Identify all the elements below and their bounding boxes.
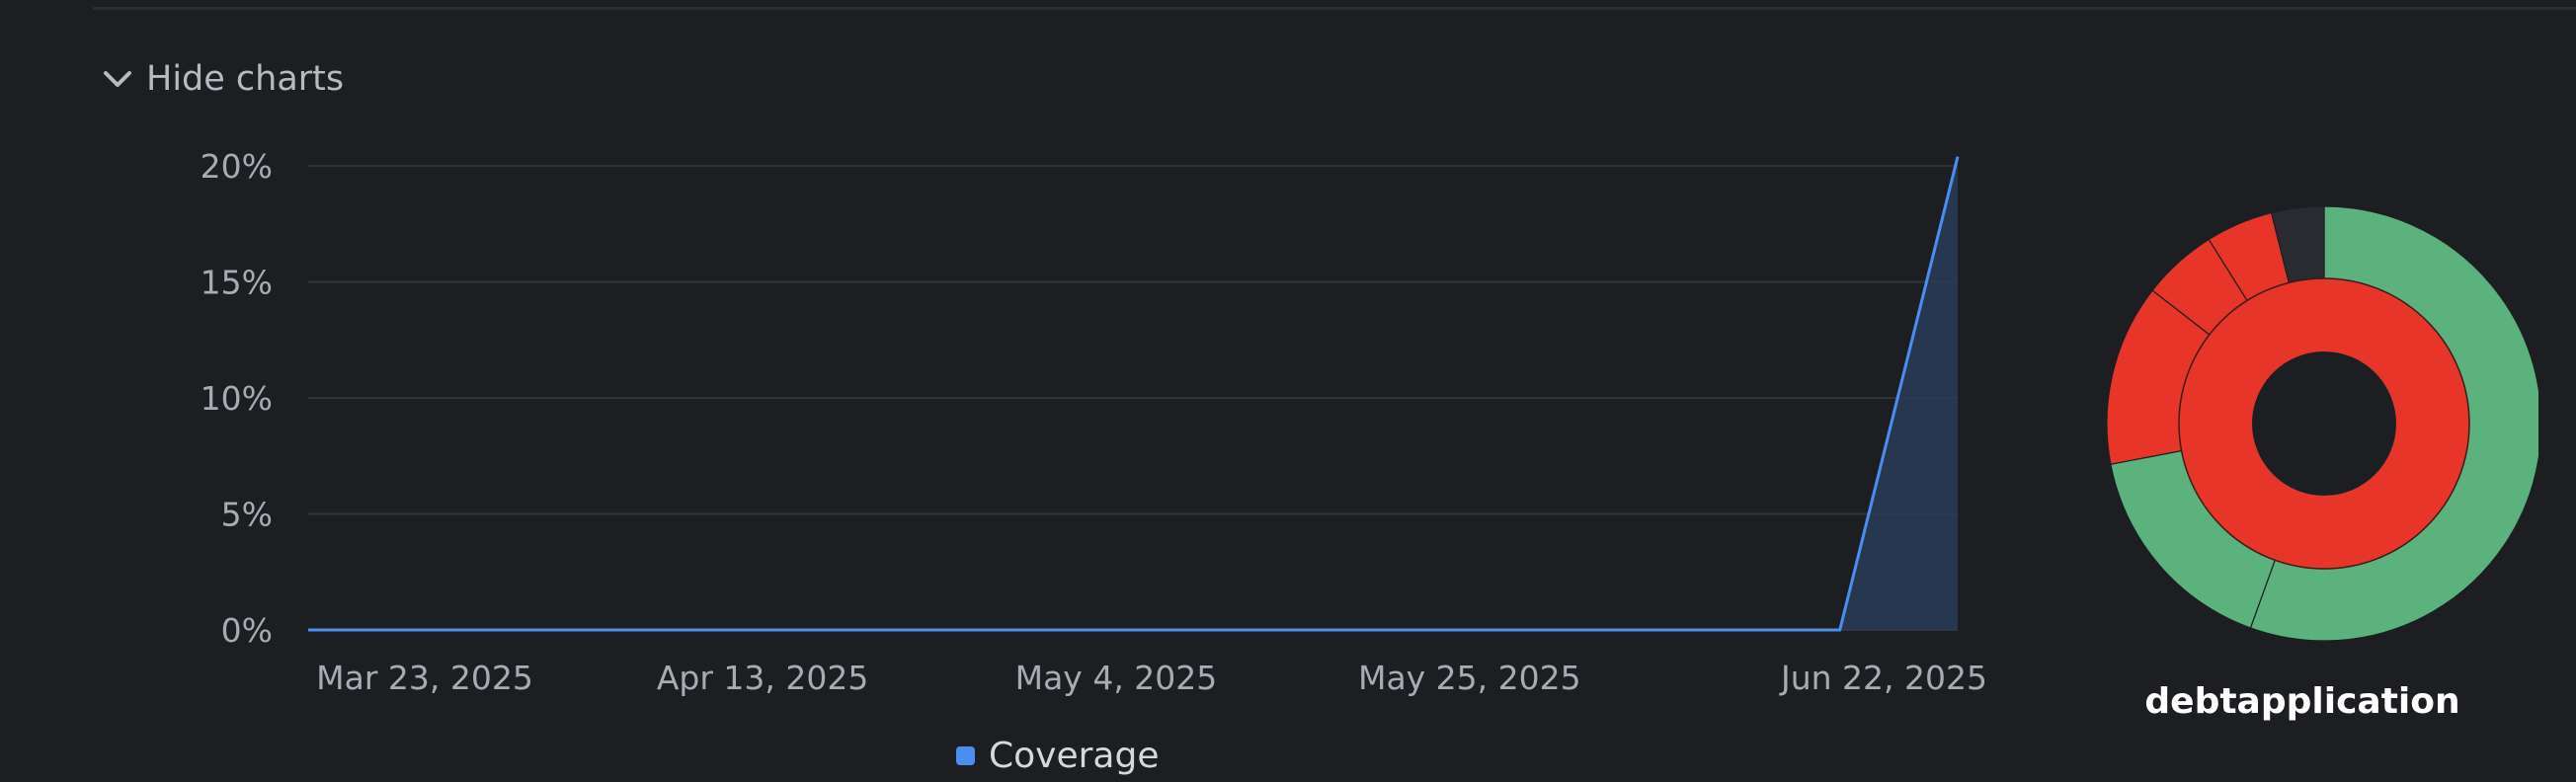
y-axis: 0% 5% 10% 15% 20% (201, 147, 273, 650)
coverage-line (308, 156, 1960, 632)
grid-lines (308, 165, 1958, 631)
x-tick-label: May 25, 2025 (1358, 659, 1581, 697)
y-tick-label: 15% (201, 264, 273, 302)
donut-inner-ring (2178, 277, 2470, 570)
legend-label-coverage: Coverage (989, 736, 1160, 776)
legend-swatch-coverage (956, 746, 975, 765)
y-tick-label: 5% (221, 496, 273, 534)
y-tick-label: 0% (221, 611, 273, 650)
y-tick-label: 10% (201, 379, 273, 418)
coverage-series (307, 156, 1960, 632)
x-tick-label: Mar 23, 2025 (316, 659, 533, 697)
x-tick-label: Apr 13, 2025 (657, 659, 869, 697)
x-axis: Mar 23, 2025 Apr 13, 2025 May 4, 2025 May 2… (316, 659, 1987, 697)
x-tick-label: Jun 22, 2025 (1779, 659, 1987, 697)
project-name[interactable]: debtapplication (2055, 681, 2549, 722)
y-tick-label: 20% (201, 147, 273, 186)
coverage-chart: 0%5%10%15%20% Mar 23, 2025 Apr 13, 2025 Ma… (201, 147, 1987, 697)
legend[interactable]: Coverage (956, 736, 1159, 776)
coverage-donut[interactable] (2094, 197, 2538, 642)
coverage-area (308, 156, 1958, 630)
x-tick-label: May 4, 2025 (1015, 659, 1218, 697)
donut-hole (2252, 352, 2396, 496)
